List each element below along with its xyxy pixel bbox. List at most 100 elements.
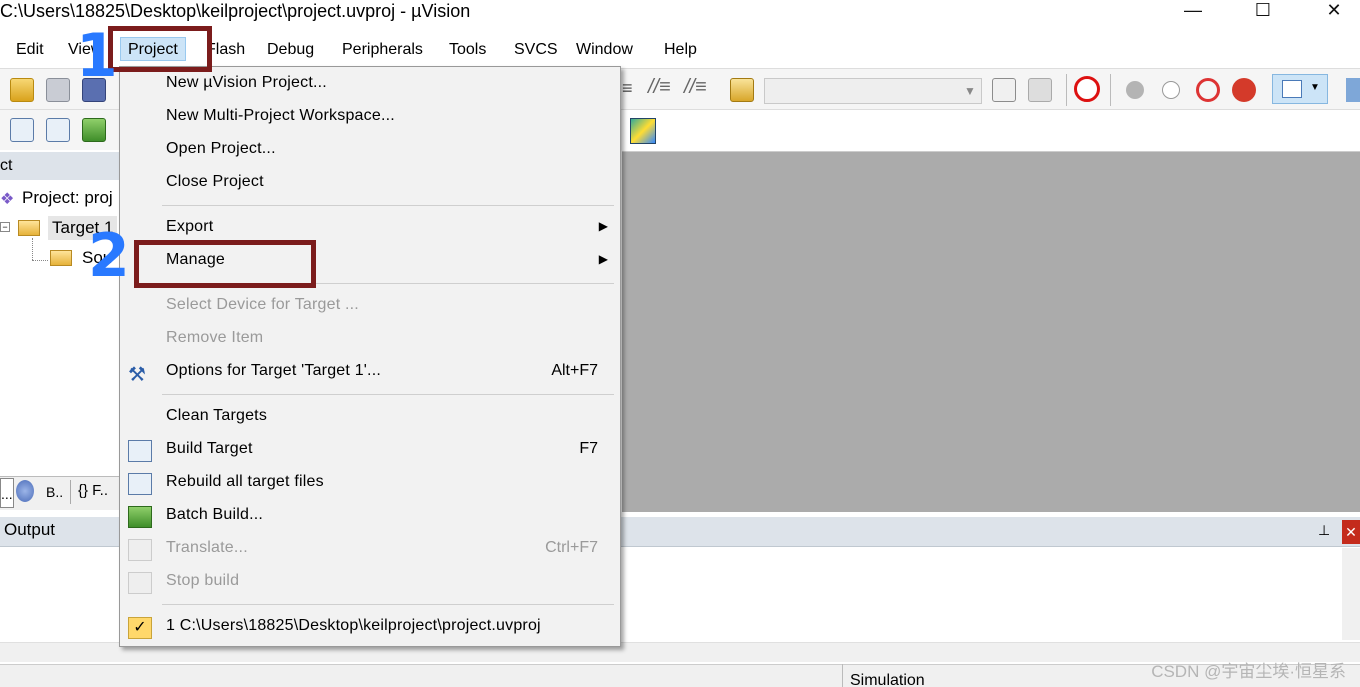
menu-item-label: Stop build <box>166 572 240 589</box>
menu-item-options-for-target[interactable]: ⚒ Options for Target 'Target 1'... Alt+F… <box>120 357 620 390</box>
incremental-find-icon[interactable] <box>1028 78 1052 102</box>
pin-icon[interactable]: ⊥ <box>1318 522 1330 539</box>
breakpoint-icon[interactable] <box>1126 81 1144 99</box>
batch-build-icon <box>128 506 152 528</box>
menu-help[interactable]: Help <box>662 38 699 62</box>
menu-item-label: Select Device for Target ... <box>166 296 359 313</box>
uncomment-icon[interactable]: //≡ <box>684 76 707 99</box>
rebuild-icon <box>128 473 152 495</box>
menu-item-shortcut: Alt+F7 <box>551 362 598 379</box>
status-separator <box>842 664 843 687</box>
project-menu-dropdown: New µVision Project... New Multi-Project… <box>119 66 621 647</box>
window-title: C:\Users\18825\Desktop\keilproject\proje… <box>0 1 471 21</box>
save-icon[interactable] <box>46 78 70 102</box>
comment-icon[interactable]: //≡ <box>648 76 671 99</box>
minimize-button[interactable]: — <box>1170 0 1216 22</box>
debug-session-icon[interactable] <box>1074 76 1100 102</box>
project-panel-header: ct <box>0 152 122 180</box>
menu-item-select-device[interactable]: Select Device for Target ... <box>120 291 620 324</box>
editor-area[interactable] <box>622 152 1360 512</box>
tab-separator <box>70 480 71 504</box>
search-combo[interactable] <box>764 78 982 104</box>
menu-item-label: New µVision Project... <box>166 74 327 91</box>
disable-breakpoint-icon[interactable] <box>1162 81 1180 99</box>
menu-item-label: Open Project... <box>166 140 276 157</box>
annotation-box-project <box>108 26 212 72</box>
menu-item-translate[interactable]: Translate... Ctrl+F7 <box>120 534 620 567</box>
toolbar-separator <box>1066 74 1067 106</box>
menu-item-label: Remove Item <box>166 329 264 346</box>
menu-item-remove-item[interactable]: Remove Item <box>120 324 620 357</box>
tree-project-root[interactable]: Project: proj <box>22 188 113 208</box>
menu-item-label: Close Project <box>166 173 264 190</box>
submenu-arrow-icon: ▶ <box>598 252 608 266</box>
menu-item-clean-targets[interactable]: Clean Targets <box>120 402 620 435</box>
submenu-arrow-icon: ▶ <box>598 219 608 233</box>
menu-tools[interactable]: Tools <box>447 38 488 62</box>
open-file-icon[interactable] <box>10 78 34 102</box>
magic-wand-icon: ⚒ <box>128 364 146 386</box>
annotation-step-2: 2 <box>88 221 130 291</box>
menu-debug[interactable]: Debug <box>265 38 316 62</box>
menu-item-recent-project[interactable]: ✓ 1 C:\Users\18825\Desktop\keilproject\p… <box>120 612 620 645</box>
status-simulation: Simulation <box>850 672 925 687</box>
output-close-button[interactable]: ✕ <box>1342 520 1360 544</box>
editor-tabbar <box>622 110 1360 152</box>
menu-item-shortcut: Ctrl+F7 <box>545 539 598 556</box>
project-icon: ❖ <box>0 191 15 208</box>
menu-separator <box>162 604 614 605</box>
tree-line <box>32 238 33 260</box>
menu-separator <box>162 205 614 206</box>
translate-icon[interactable] <box>10 118 34 142</box>
menu-item-new-project[interactable]: New µVision Project... <box>120 69 620 102</box>
check-icon: ✓ <box>128 617 152 639</box>
menu-svcs[interactable]: SVCS <box>512 38 560 62</box>
menu-item-label: Options for Target 'Target 1'... <box>166 362 381 379</box>
menu-item-label: Clean Targets <box>166 407 268 424</box>
config-icon[interactable] <box>1346 78 1360 102</box>
tree-line <box>32 260 48 261</box>
menu-item-label: New Multi-Project Workspace... <box>166 107 395 124</box>
menu-item-batch-build[interactable]: Batch Build... <box>120 501 620 534</box>
maximize-button[interactable]: ☐ <box>1240 0 1286 22</box>
tab-project[interactable]: ... <box>0 478 14 508</box>
build-icon <box>128 440 152 462</box>
chevron-down-icon: ▼ <box>1310 82 1320 93</box>
menu-item-label: Batch Build... <box>166 506 264 523</box>
output-panel-title: Output <box>4 520 56 539</box>
target-folder-icon <box>18 220 40 236</box>
menu-item-label: Translate... <box>166 539 248 556</box>
annotation-box-manage <box>134 240 316 288</box>
menu-item-label: 1 C:\Users\18825\Desktop\keilproject\pro… <box>166 617 541 634</box>
close-button[interactable]: ✕ <box>1311 0 1357 22</box>
toolbar-separator <box>1110 74 1111 106</box>
collapse-icon[interactable]: − <box>0 222 10 232</box>
find-icon[interactable] <box>992 78 1016 102</box>
menu-edit[interactable]: Edit <box>14 38 46 62</box>
find-in-files-icon[interactable] <box>730 78 754 102</box>
menu-window[interactable]: Window <box>574 38 635 62</box>
manage-components-icon[interactable] <box>630 118 656 144</box>
menu-item-rebuild-all[interactable]: Rebuild all target files <box>120 468 620 501</box>
menu-item-label: Build Target <box>166 440 253 457</box>
menu-item-label: Export <box>166 218 214 235</box>
menu-item-open-project[interactable]: Open Project... <box>120 135 620 168</box>
translate-icon <box>128 539 152 561</box>
output-vertical-scrollbar[interactable] <box>1342 548 1360 640</box>
kill-all-breakpoints-icon[interactable] <box>1232 78 1256 102</box>
menu-item-stop-build[interactable]: Stop build <box>120 567 620 600</box>
disable-all-breakpoints-icon[interactable] <box>1196 78 1220 102</box>
stop-build-icon <box>128 572 152 594</box>
menu-item-build-target[interactable]: Build Target F7 <box>120 435 620 468</box>
menu-item-new-workspace[interactable]: New Multi-Project Workspace... <box>120 102 620 135</box>
chevron-down-icon[interactable]: ▼ <box>960 80 980 102</box>
batch-build-icon[interactable] <box>82 118 106 142</box>
tab-books[interactable]: B.. <box>46 484 63 500</box>
menu-item-label: Rebuild all target files <box>166 473 324 490</box>
menu-item-close-project[interactable]: Close Project <box>120 168 620 201</box>
tab-functions[interactable]: {} F.. <box>78 482 108 499</box>
annotation-step-1: 1 <box>76 21 118 91</box>
build-icon[interactable] <box>46 118 70 142</box>
menu-peripherals[interactable]: Peripherals <box>340 38 425 62</box>
watermark: CSDN @宇宙尘埃·恒星系 <box>1151 662 1346 681</box>
